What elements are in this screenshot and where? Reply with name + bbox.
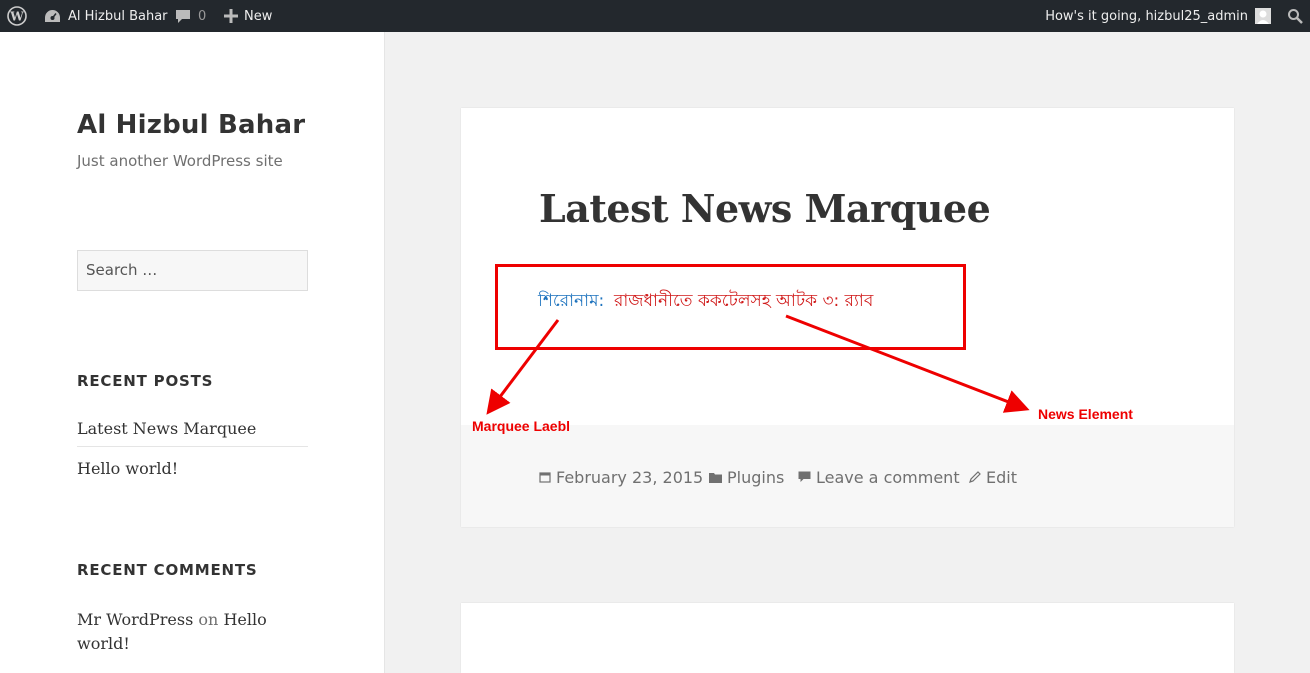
howdy-text: How's it going, hizbul25_admin xyxy=(1045,8,1248,24)
calendar-icon xyxy=(539,468,551,487)
recent-comments-heading: RECENT COMMENTS xyxy=(77,561,258,579)
recent-post-link[interactable]: Hello world! xyxy=(77,459,308,478)
dashboard-icon xyxy=(44,9,61,24)
admin-bar-new[interactable]: New xyxy=(224,0,272,32)
plus-icon xyxy=(224,9,238,23)
admin-bar-account[interactable]: How's it going, hizbul25_admin xyxy=(1045,0,1271,32)
site-title[interactable]: Al Hizbul Bahar xyxy=(77,110,305,140)
annotation-news-element: News Element xyxy=(1038,406,1133,422)
search-icon[interactable] xyxy=(1287,0,1303,32)
wordpress-logo-icon[interactable]: W xyxy=(7,0,29,32)
edit-link[interactable]: Edit xyxy=(969,468,1017,487)
recent-posts-heading: RECENT POSTS xyxy=(77,372,214,390)
search-input[interactable]: Search … xyxy=(77,250,308,291)
comment-bubble-icon xyxy=(798,468,811,487)
comment-author-link[interactable]: Mr WordPress xyxy=(77,610,193,629)
annotation-marquee-label: Marquee Laebl xyxy=(472,418,571,434)
entry-footer: February 23, 2015 Plugins Leave a commen… xyxy=(461,425,1234,527)
marquee-label: শিরোনাম: xyxy=(538,291,605,311)
comments-count: 0 xyxy=(198,8,207,24)
comment-bubble-icon xyxy=(175,9,191,24)
post-date-text: February 23, 2015 xyxy=(556,468,704,487)
next-article-card xyxy=(461,603,1234,673)
folder-icon xyxy=(709,468,722,487)
leave-comment-link[interactable]: Leave a comment xyxy=(798,468,960,487)
recent-post-link[interactable]: Latest News Marquee xyxy=(77,419,308,447)
post-date[interactable]: February 23, 2015 xyxy=(539,468,703,487)
comment-on-text: on xyxy=(198,610,219,629)
leave-comment-text: Leave a comment xyxy=(816,468,960,487)
sidebar: Al Hizbul Bahar Just another WordPress s… xyxy=(0,32,385,673)
avatar xyxy=(1255,8,1271,24)
article-card: Latest News Marquee শিরোনাম: রাজধানীতে ক… xyxy=(461,108,1234,527)
pencil-icon xyxy=(969,468,981,487)
recent-comment-item: Mr WordPress on Hello world! xyxy=(77,608,277,656)
post-category-text: Plugins xyxy=(727,468,785,487)
site-description: Just another WordPress site xyxy=(77,152,283,170)
edit-text: Edit xyxy=(986,468,1017,487)
new-label: New xyxy=(244,8,273,24)
admin-bar-site-name: Al Hizbul Bahar xyxy=(68,8,168,24)
admin-bar-comments[interactable]: 0 xyxy=(175,0,206,32)
entry-title: Latest News Marquee xyxy=(539,186,991,231)
admin-bar-site-link[interactable]: Al Hizbul Bahar xyxy=(44,0,168,32)
marquee-news-item[interactable]: রাজধানীতে ককটেলসহ আটক ৩: র‍্যাব xyxy=(614,288,873,316)
post-category[interactable]: Plugins xyxy=(709,468,784,487)
admin-bar: W Al Hizbul Bahar 0 New How's it going, … xyxy=(0,0,1310,32)
svg-text:W: W xyxy=(9,10,24,24)
